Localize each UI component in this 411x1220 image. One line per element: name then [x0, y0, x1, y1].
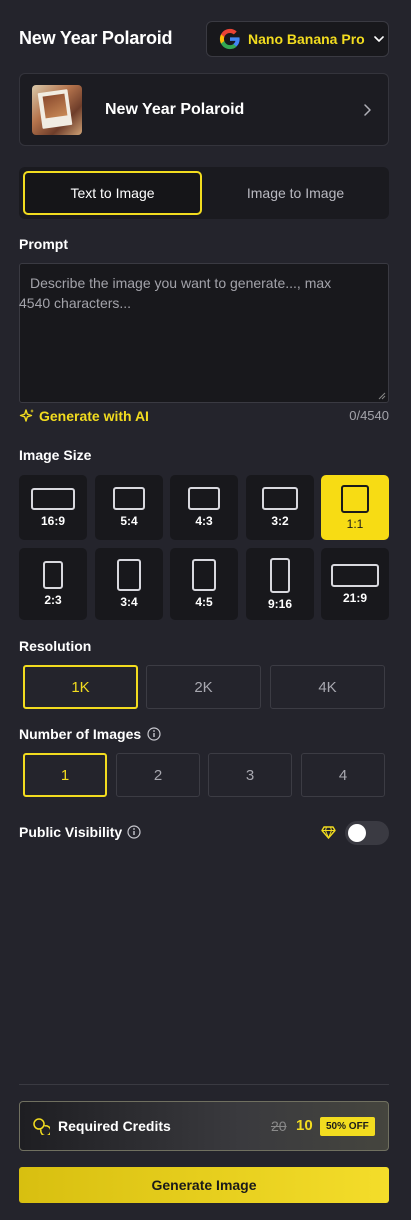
generate-with-ai-button[interactable]: Generate with AI	[19, 408, 149, 424]
coins-icon	[33, 1118, 50, 1135]
ratio-label: 3:2	[271, 514, 289, 528]
model-name: Nano Banana Pro	[248, 31, 365, 47]
prompt-input[interactable]: Describe the image you want to generate.…	[19, 263, 389, 403]
original-credits: 20	[271, 1118, 287, 1134]
prompt-label: Prompt	[19, 236, 68, 252]
size-option-3-2[interactable]: 3:2	[246, 475, 314, 540]
ratio-label: 2:3	[44, 593, 62, 607]
tab-text-to-image[interactable]: Text to Image	[23, 171, 202, 215]
ratio-label: 21:9	[342, 590, 368, 605]
mode-tabs: Text to Image Image to Image	[19, 167, 389, 219]
discounted-credits: 10	[296, 1117, 313, 1134]
ratio-shape	[262, 487, 298, 510]
ratio-shape	[341, 484, 369, 513]
model-selector[interactable]: Nano Banana Pro	[206, 21, 389, 57]
public-visibility-label: Public Visibility	[19, 824, 123, 840]
size-option-1-1[interactable]: 1:1	[321, 475, 389, 540]
sparkle-icon	[19, 409, 34, 422]
image-count-option-1[interactable]: 1	[23, 753, 107, 797]
image-count-option-3[interactable]: 3	[208, 753, 292, 797]
size-option-2-3[interactable]: 2:3	[19, 548, 87, 620]
ratio-label: 4:5	[195, 595, 213, 609]
template-selector[interactable]: New Year Polaroid	[19, 73, 389, 146]
number-of-images-heading: Number of Images	[19, 726, 161, 742]
number-of-images-label: Number of Images	[19, 726, 142, 742]
ratio-label: 1:1	[346, 516, 364, 531]
resolution-option-4k[interactable]: 4K	[270, 665, 385, 709]
resolution-label: Resolution	[19, 638, 92, 654]
ratio-shape	[113, 487, 145, 510]
ratio-label: 16:9	[40, 513, 66, 528]
required-credits-panel: Required Credits 20 10 50% OFF	[19, 1101, 389, 1151]
size-option-9-16[interactable]: 9:16	[246, 548, 314, 620]
size-option-21-9[interactable]: 21:9	[321, 548, 389, 620]
ratio-shape	[331, 563, 379, 587]
google-icon	[219, 28, 240, 50]
template-name: New Year Polaroid	[105, 100, 245, 118]
ratio-label: 3:4	[120, 595, 138, 609]
size-option-4-3[interactable]: 4:3	[170, 475, 238, 540]
divider	[19, 1084, 389, 1085]
ratio-label: 4:3	[195, 514, 213, 528]
generate-with-ai-label: Generate with AI	[39, 408, 149, 424]
prompt-placeholder: Describe the image you want to generate.…	[19, 275, 332, 311]
required-credits-label: Required Credits	[58, 1118, 171, 1134]
toggle-knob	[348, 824, 366, 842]
public-visibility-heading: Public Visibility	[19, 824, 141, 840]
resize-handle-icon[interactable]	[378, 392, 386, 400]
size-option-4-5[interactable]: 4:5	[170, 548, 238, 620]
ratio-shape	[270, 557, 290, 593]
image-count-option-4[interactable]: 4	[301, 753, 385, 797]
ratio-shape	[192, 559, 216, 591]
template-thumbnail	[32, 84, 82, 135]
ratio-shape	[43, 561, 63, 589]
info-icon[interactable]	[127, 825, 141, 839]
resolution-option-2k[interactable]: 2K	[146, 665, 261, 709]
resolution-option-1k[interactable]: 1K	[23, 665, 138, 709]
image-size-label: Image Size	[19, 447, 92, 463]
ratio-shape	[31, 487, 75, 510]
discount-badge: 50% OFF	[320, 1117, 375, 1136]
generate-image-button[interactable]: Generate Image	[19, 1167, 389, 1203]
diamond-icon	[321, 826, 336, 839]
image-count-option-2[interactable]: 2	[116, 753, 200, 797]
ratio-label: 5:4	[120, 514, 138, 528]
ratio-shape	[188, 487, 220, 510]
size-option-3-4[interactable]: 3:4	[95, 548, 163, 620]
character-counter: 0/4540	[349, 408, 389, 423]
info-icon[interactable]	[147, 727, 161, 741]
ratio-label: 9:16	[267, 596, 293, 611]
size-option-5-4[interactable]: 5:4	[95, 475, 163, 540]
tab-image-to-image[interactable]: Image to Image	[206, 171, 385, 215]
ratio-shape	[117, 559, 141, 591]
chevron-down-icon	[373, 36, 384, 42]
chevron-right-icon	[364, 104, 371, 116]
page-title: New Year Polaroid	[19, 28, 173, 48]
public-visibility-toggle[interactable]	[345, 821, 389, 845]
size-option-16-9[interactable]: 16:9	[19, 475, 87, 540]
